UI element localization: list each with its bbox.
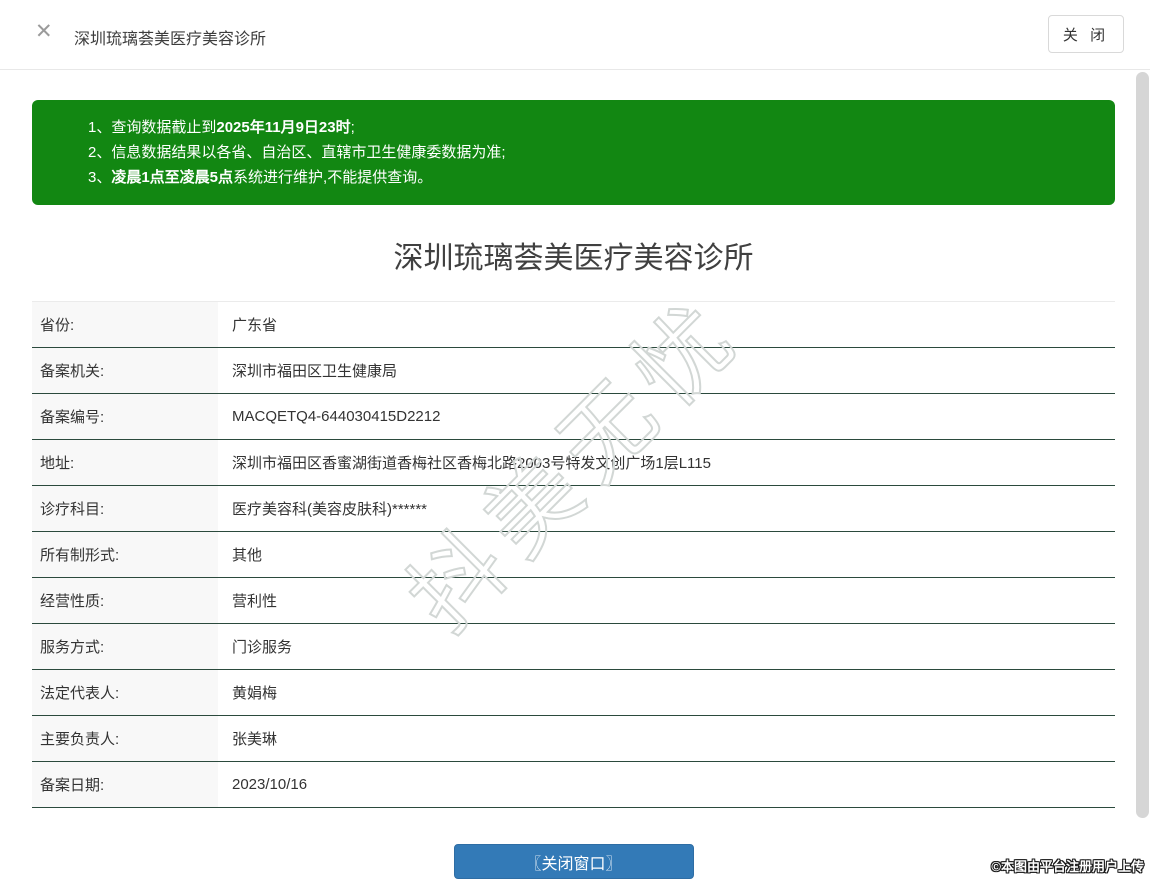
- table-row-medical-subjects: 诊疗科目: 医疗美容科(美容皮肤科)******: [32, 486, 1115, 532]
- notice-box: 1、查询数据截止到2025年11月9日23时; 2、信息数据结果以各省、自治区、…: [32, 100, 1115, 205]
- notice-line-prefix: 3、: [88, 169, 112, 186]
- row-value: 营利性: [232, 593, 278, 610]
- row-label: 主要负责人:: [32, 716, 218, 761]
- notice-line-text: 信息数据结果以各省、自治区、直辖市卫生健康委数据为准;: [111, 144, 506, 161]
- notice-line-1: 1、查询数据截止到2025年11月9日23时;: [88, 115, 1095, 140]
- copyright-stamp: ©本图由平台注册用户上传: [991, 859, 1144, 874]
- close-window-button[interactable]: 〖关闭窗口〗: [453, 844, 694, 879]
- row-label: 所有制形式:: [32, 532, 218, 577]
- modal-content: 1、查询数据截止到2025年11月9日23时; 2、信息数据结果以各省、自治区、…: [0, 100, 1150, 879]
- table-row-filing-authority: 备案机关: 深圳市福田区卫生健康局: [32, 348, 1115, 394]
- modal-title: 深圳琉璃荟美医疗美容诊所: [74, 31, 267, 48]
- row-label: 法定代表人:: [32, 670, 218, 715]
- row-value: 深圳市福田区香蜜湖街道香梅社区香梅北路2003号特发文创广场1层L115: [232, 455, 711, 472]
- scrollbar-thumb[interactable]: [1136, 72, 1149, 818]
- row-value: 医疗美容科(美容皮肤科)******: [232, 501, 428, 518]
- row-label: 诊疗科目:: [32, 486, 218, 531]
- row-label: 地址:: [32, 440, 218, 485]
- table-row-ownership-form: 所有制形式: 其他: [32, 532, 1115, 578]
- notice-line-3: 3、凌晨1点至凌晨5点系统进行维护,不能提供查询。: [88, 165, 1095, 190]
- notice-line-text: 查询数据截止到: [111, 119, 217, 136]
- row-label: 经营性质:: [32, 578, 218, 623]
- table-row-filing-date: 备案日期: 2023/10/16: [32, 762, 1115, 808]
- row-label: 服务方式:: [32, 624, 218, 669]
- row-label: 备案机关:: [32, 348, 218, 393]
- row-label: 备案日期:: [32, 762, 218, 807]
- close-icon[interactable]: ✕: [35, 21, 53, 42]
- page-title: 深圳琉璃荟美医疗美容诊所: [393, 242, 754, 275]
- row-value: 其他: [232, 547, 263, 564]
- notice-line-text: 系统进行维护,不能提供查询。: [233, 169, 433, 186]
- notice-line-bold: 2025年11月9日23时: [216, 119, 351, 136]
- modal-header: ✕ 深圳琉璃荟美医疗美容诊所 关 闭: [0, 0, 1150, 70]
- row-label: 备案编号:: [32, 394, 218, 439]
- row-value: 深圳市福田区卫生健康局: [232, 363, 398, 380]
- table-row-legal-representative: 法定代表人: 黄娟梅: [32, 670, 1115, 716]
- row-value: 门诊服务: [232, 639, 293, 656]
- table-row-province: 省份: 广东省: [32, 302, 1115, 348]
- table-row-filing-number: 备案编号: MACQETQ4-644030415D2212: [32, 394, 1115, 440]
- notice-line-prefix: 1、: [88, 119, 112, 136]
- notice-line-prefix: 2、: [88, 144, 112, 161]
- table-row-main-person-in-charge: 主要负责人: 张美琳: [32, 716, 1115, 762]
- row-value: 张美琳: [232, 731, 278, 748]
- notice-line-2: 2、信息数据结果以各省、自治区、直辖市卫生健康委数据为准;: [88, 140, 1095, 165]
- row-value: 广东省: [232, 317, 278, 334]
- notice-line-bold: 凌晨1点至凌晨5点: [111, 169, 234, 186]
- clinic-record-modal: ✕ 深圳琉璃荟美医疗美容诊所 关 闭 1、查询数据截止到2025年11月9日23…: [0, 0, 1150, 879]
- footer-actions: 〖关闭窗口〗: [32, 844, 1115, 879]
- row-label: 省份:: [32, 302, 218, 347]
- table-row-address: 地址: 深圳市福田区香蜜湖街道香梅社区香梅北路2003号特发文创广场1层L115: [32, 440, 1115, 486]
- record-table: 省份: 广东省 备案机关: 深圳市福田区卫生健康局 备案编号: MACQETQ4…: [32, 301, 1115, 808]
- table-row-service-mode: 服务方式: 门诊服务: [32, 624, 1115, 670]
- table-row-business-nature: 经营性质: 营利性: [32, 578, 1115, 624]
- row-value: 黄娟梅: [232, 685, 278, 702]
- row-value: 2023/10/16: [232, 776, 308, 793]
- close-button[interactable]: 关 闭: [1048, 15, 1124, 53]
- notice-line-text: ;: [350, 119, 355, 136]
- row-value: MACQETQ4-644030415D2212: [232, 408, 441, 425]
